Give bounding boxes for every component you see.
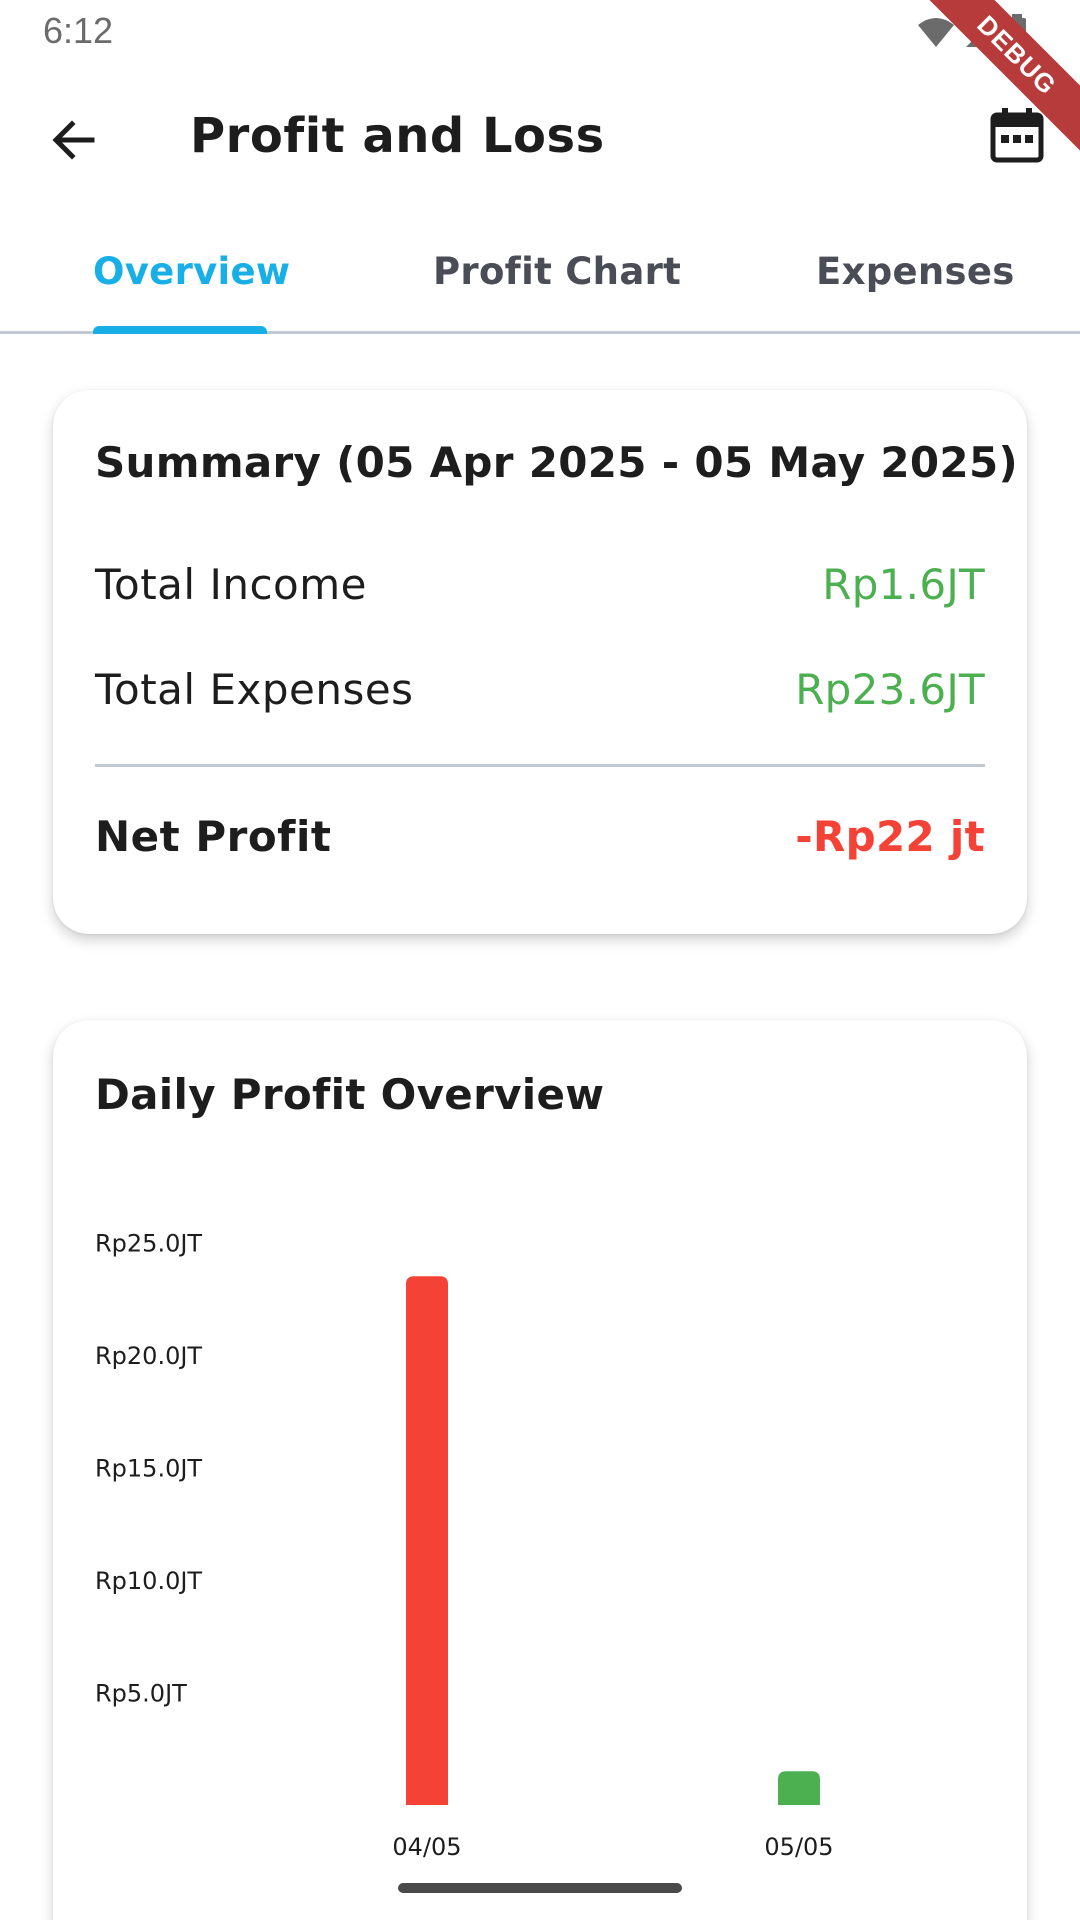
daily-profit-card: Daily Profit Overview Rp25.0JT Rp20.0JT Rp…: [53, 1020, 1027, 1920]
summary-divider: [95, 764, 985, 767]
tab-profit-chart[interactable]: Profit Chart: [433, 250, 681, 293]
calendar-icon: [990, 107, 1044, 167]
tab-bar: Overview Profit Chart Expenses: [0, 212, 1080, 334]
total-income-value: Rp1.6JT: [822, 560, 985, 609]
y-tick-label: Rp20.0JT: [95, 1342, 202, 1370]
app-bar: Profit and Loss: [0, 72, 1080, 202]
tab-indicator: [93, 326, 267, 334]
tab-overview[interactable]: Overview: [93, 250, 290, 293]
calendar-button[interactable]: [982, 102, 1052, 172]
home-indicator: [398, 1883, 682, 1893]
y-tick-label: Rp10.0JT: [95, 1567, 202, 1595]
net-profit-label: Net Profit: [95, 812, 332, 861]
y-tick-label: Rp25.0JT: [95, 1230, 202, 1258]
status-icons: [916, 14, 1028, 54]
total-expenses-label: Total Expenses: [95, 665, 414, 714]
bar-05-05[interactable]: [778, 1771, 820, 1805]
page-title: Profit and Loss: [190, 108, 605, 164]
total-income-label: Total Income: [95, 560, 367, 609]
x-tick-label: 04/05: [392, 1833, 461, 1861]
battery-icon: [1006, 14, 1028, 54]
y-tick-label: Rp15.0JT: [95, 1455, 202, 1483]
x-tick-label: 05/05: [764, 1833, 833, 1861]
summary-title: Summary (05 Apr 2025 - 05 May 2025): [95, 438, 1018, 487]
arrow-back-icon: [48, 114, 100, 170]
back-button[interactable]: [34, 102, 114, 182]
bar-04-05[interactable]: [406, 1276, 448, 1805]
total-expenses-value: Rp23.6JT: [795, 665, 985, 714]
summary-card: Summary (05 Apr 2025 - 05 May 2025) Tota…: [53, 390, 1027, 934]
signal-icon: [964, 15, 998, 53]
status-bar: 6:12: [0, 0, 1080, 62]
y-tick-label: Rp5.0JT: [95, 1680, 187, 1708]
wifi-icon: [916, 15, 956, 53]
net-profit-value: -Rp22 jt: [795, 812, 985, 861]
daily-profit-chart: Rp25.0JT Rp20.0JT Rp15.0JT Rp10.0JT Rp5.0JT 0…: [95, 1230, 834, 1862]
tab-expenses[interactable]: Expenses: [816, 250, 1015, 293]
status-time: 6:12: [43, 10, 114, 51]
